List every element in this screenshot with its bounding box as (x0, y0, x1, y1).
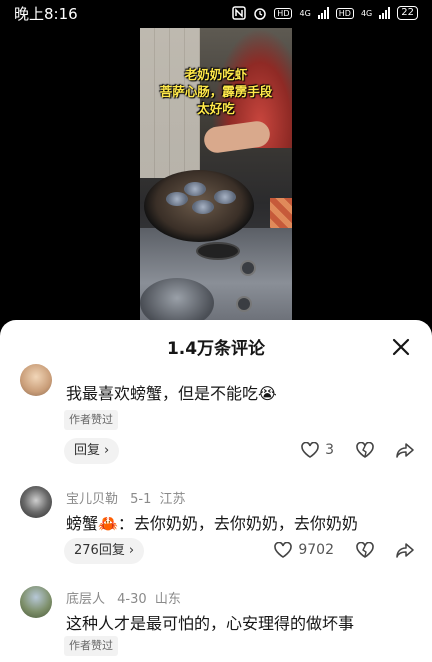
like-button[interactable]: 3 (301, 442, 334, 458)
like-count: 9702 (298, 542, 334, 558)
network-label: 4G (360, 8, 373, 18)
crab-shape (214, 190, 236, 204)
video-burner (196, 242, 240, 260)
share-button[interactable] (396, 542, 414, 558)
signal-icon (379, 7, 391, 19)
author-liked-badge: 作者赞过 (64, 410, 118, 430)
comment-item: 宝儿贝勒 5-1 江苏 螃蟹🦀：去你奶奶，去你奶奶，去你奶奶 276回复 › 9… (0, 486, 432, 592)
video-knob (236, 296, 252, 312)
comment-date: 4-30 (117, 592, 147, 607)
comment-username[interactable]: 底层人 (66, 592, 105, 607)
broken-heart-icon (356, 542, 374, 558)
video-knob (240, 260, 256, 276)
avatar[interactable] (20, 586, 52, 618)
comment-location: 山东 (154, 592, 181, 607)
reply-button[interactable]: 276回复 › (64, 538, 145, 564)
comment-actions: 3 (301, 442, 414, 458)
close-icon[interactable] (390, 336, 412, 358)
comment-item: 我最喜欢螃蟹，但是不能吃😭 作者赞过 回复 › 3 (0, 364, 432, 470)
comment-meta: 底层人 4-30 山东 (66, 588, 181, 607)
author-liked-badge: 作者赞过 (64, 636, 118, 656)
signal-icon (317, 7, 329, 19)
network-label: 4G (299, 8, 311, 18)
comment-date: 5-1 (130, 492, 152, 507)
status-time: 晚上8:16 (14, 4, 78, 23)
video-caption-line3: 太好吃 (197, 101, 235, 116)
dislike-button[interactable] (356, 542, 374, 558)
video-player[interactable]: 老奶奶吃虾 菩萨心肠，霹雳手段 太好吃 (140, 28, 292, 320)
comment-username[interactable]: 宝儿贝勒 (66, 492, 118, 507)
share-icon (396, 543, 414, 558)
close-button[interactable] (390, 336, 412, 358)
avatar[interactable] (20, 486, 52, 518)
nfc-icon (232, 6, 247, 20)
comments-title: 1.4万条评论 (166, 338, 266, 359)
crab-shape (166, 192, 188, 206)
alarm-icon (253, 6, 267, 20)
comments-sheet: 1.4万条评论 我最喜欢螃蟹，但是不能吃😭 作者赞过 回复 › 3 宝儿贝勒 5… (0, 320, 432, 662)
comment-text: 螃蟹🦀：去你奶奶，去你奶奶，去你奶奶 (66, 514, 358, 533)
reply-label: 回复 (74, 443, 101, 458)
broken-heart-icon (356, 442, 374, 458)
hd-icon: HD (274, 7, 293, 19)
comment-location: 江苏 (159, 492, 186, 507)
crab-shape (184, 182, 206, 196)
comment-text: 这种人才是最可怕的，心安理得的做坏事 (66, 614, 355, 633)
comment-meta: 宝儿贝勒 5-1 江苏 (66, 488, 186, 507)
like-count: 3 (325, 442, 334, 458)
comment-actions: 9702 (274, 542, 414, 558)
video-wok (144, 170, 254, 242)
like-button[interactable]: 9702 (274, 542, 334, 558)
crab-shape (192, 200, 214, 214)
dislike-button[interactable] (356, 442, 374, 458)
reply-button[interactable]: 回复 › (64, 438, 120, 464)
status-icons: HD 4G HD 4G 22 (232, 6, 418, 20)
video-lid (140, 278, 214, 320)
chevron-right-icon: › (104, 443, 110, 458)
hd-icon: HD (335, 7, 354, 19)
avatar[interactable] (20, 364, 52, 396)
share-button[interactable] (396, 442, 414, 458)
heart-icon (301, 442, 319, 458)
share-icon (396, 443, 414, 458)
reply-label: 276回复 (74, 543, 125, 558)
status-bar: 晚上8:16 HD 4G HD 4G 22 (0, 0, 432, 26)
heart-icon (274, 542, 293, 558)
battery-icon: 22 (397, 6, 418, 20)
comment-text: 我最喜欢螃蟹，但是不能吃😭 (66, 384, 277, 403)
chevron-right-icon: › (128, 543, 135, 558)
comment-item: 底层人 4-30 山东 这种人才是最可怕的，心安理得的做坏事 作者赞过 (0, 586, 432, 662)
